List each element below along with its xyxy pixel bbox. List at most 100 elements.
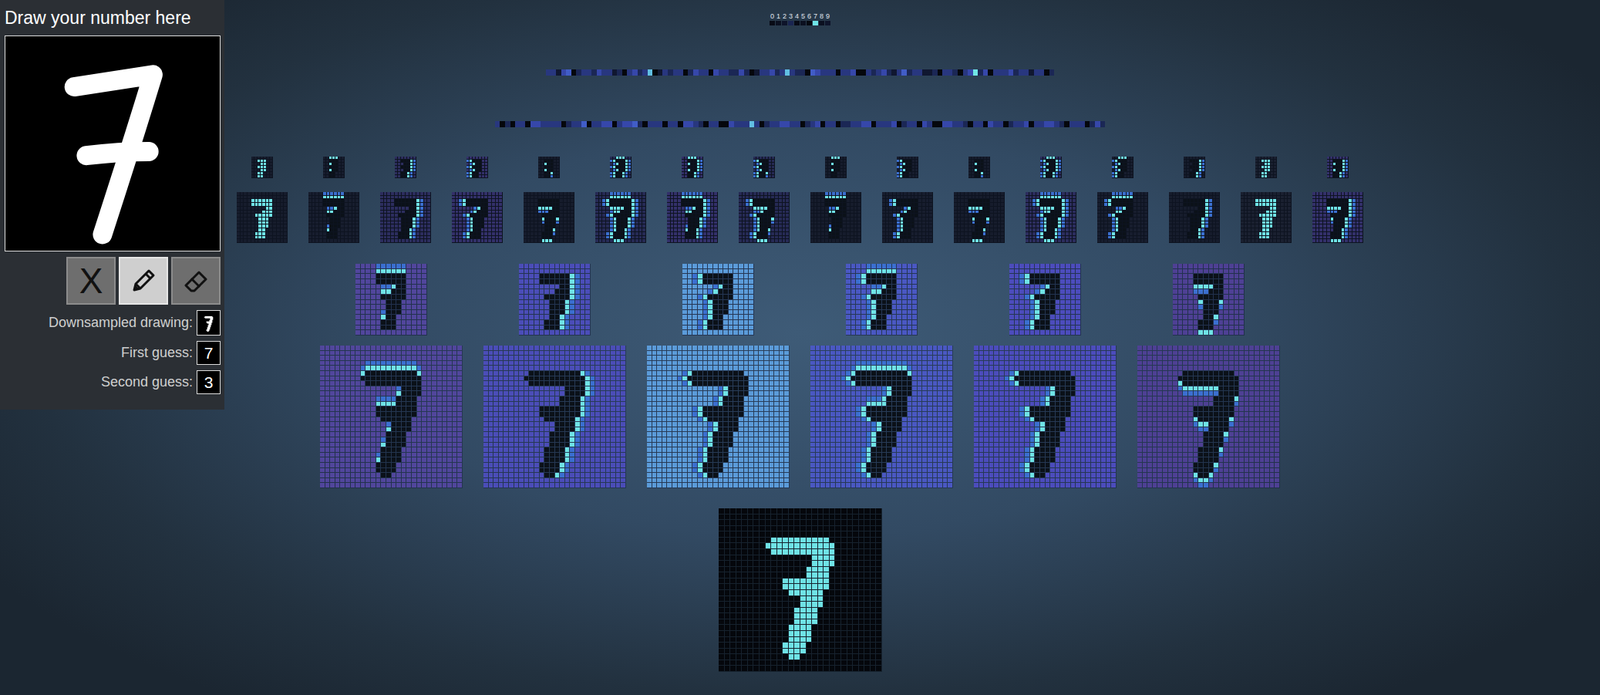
neuron — [1024, 69, 1030, 76]
feature-map — [523, 192, 575, 243]
neuron — [561, 69, 567, 76]
feature-map-pair — [451, 156, 503, 243]
pooled-map — [682, 263, 755, 336]
clear-button[interactable]: X — [66, 256, 116, 305]
output-unit: 0 — [769, 12, 776, 26]
output-cell — [769, 20, 775, 26]
neuron — [673, 121, 679, 128]
neuron — [947, 69, 954, 76]
neuron — [1049, 121, 1055, 128]
neuron — [1008, 121, 1014, 128]
feature-map — [646, 345, 790, 489]
output-unit: 5 — [800, 12, 807, 26]
feature-map-pair — [483, 263, 627, 489]
neuron — [744, 69, 750, 76]
neuron — [724, 69, 730, 76]
feature-map — [308, 192, 360, 243]
neuron — [550, 69, 556, 76]
feature-map-pair — [1312, 156, 1364, 243]
neuron — [774, 121, 781, 128]
neuron — [622, 69, 628, 76]
neuron — [530, 121, 536, 128]
conv2-layer — [236, 156, 1364, 243]
neuron — [1074, 121, 1081, 128]
pencil-button[interactable] — [118, 256, 169, 305]
neuron — [728, 69, 735, 76]
neuron — [612, 69, 618, 76]
feature-map — [1312, 192, 1364, 243]
neuron — [830, 69, 836, 76]
neuron — [565, 121, 572, 128]
pooled-map — [1172, 263, 1245, 336]
neuron — [657, 121, 664, 128]
neuron — [683, 121, 689, 128]
feature-map — [666, 192, 718, 243]
neuron — [637, 121, 644, 128]
neuron — [835, 69, 842, 76]
neuron — [555, 121, 562, 128]
neuron — [886, 69, 893, 76]
neuron — [596, 69, 603, 76]
neuron — [784, 121, 791, 128]
network-view: 0123456789 — [0, 0, 1600, 672]
feature-map-pair — [523, 156, 575, 243]
output-cell — [818, 20, 825, 26]
neuron — [749, 121, 755, 128]
neuron — [713, 121, 719, 128]
neuron — [891, 121, 897, 128]
eraser-button[interactable] — [171, 256, 221, 305]
feature-map-pair — [810, 156, 862, 243]
neuron — [1069, 121, 1075, 128]
output-unit: 8 — [818, 12, 826, 26]
downsampled-preview — [196, 309, 221, 336]
neuron — [708, 121, 715, 128]
neuron — [1049, 69, 1055, 76]
tool-bar: X — [4, 256, 221, 305]
feature-map — [810, 345, 954, 489]
neuron — [622, 121, 628, 128]
feature-map-pair — [1137, 263, 1280, 489]
output-cell — [775, 20, 782, 26]
output-label: 6 — [807, 12, 812, 21]
feature-map — [320, 345, 463, 489]
feature-map — [810, 192, 862, 243]
pooled-map — [896, 156, 919, 179]
neuron — [703, 121, 709, 128]
neuron — [774, 69, 781, 76]
neuron — [993, 121, 999, 128]
neuron — [632, 121, 638, 128]
neuron — [734, 69, 740, 76]
neuron — [693, 121, 699, 128]
neuron — [794, 121, 801, 128]
neuron — [871, 69, 877, 76]
pooled-map — [825, 156, 847, 179]
neuron — [916, 121, 923, 128]
feature-map — [882, 192, 934, 243]
panel-title: Draw your number here — [4, 7, 221, 30]
neuron — [601, 121, 607, 128]
neuron — [912, 69, 918, 76]
neuron — [1034, 69, 1040, 76]
neuron — [1044, 121, 1050, 128]
feature-map — [953, 192, 1005, 243]
neuron — [687, 69, 694, 76]
neuron — [855, 69, 862, 76]
neuron — [855, 121, 862, 128]
neuron — [520, 121, 526, 128]
drawing-canvas[interactable] — [4, 35, 221, 252]
neuron — [698, 121, 704, 128]
pooled-map — [609, 156, 632, 179]
output-unit: 7 — [812, 12, 819, 26]
feature-map — [1097, 192, 1149, 243]
neuron — [998, 121, 1004, 128]
neuron — [825, 121, 831, 128]
neuron — [881, 121, 887, 128]
neuron — [937, 69, 944, 76]
neuron — [510, 121, 516, 128]
neuron — [1044, 69, 1050, 76]
neuron — [769, 121, 775, 128]
neuron — [616, 69, 623, 76]
feature-map-pair — [646, 263, 790, 489]
neuron — [677, 69, 684, 76]
neuron — [1089, 121, 1095, 128]
